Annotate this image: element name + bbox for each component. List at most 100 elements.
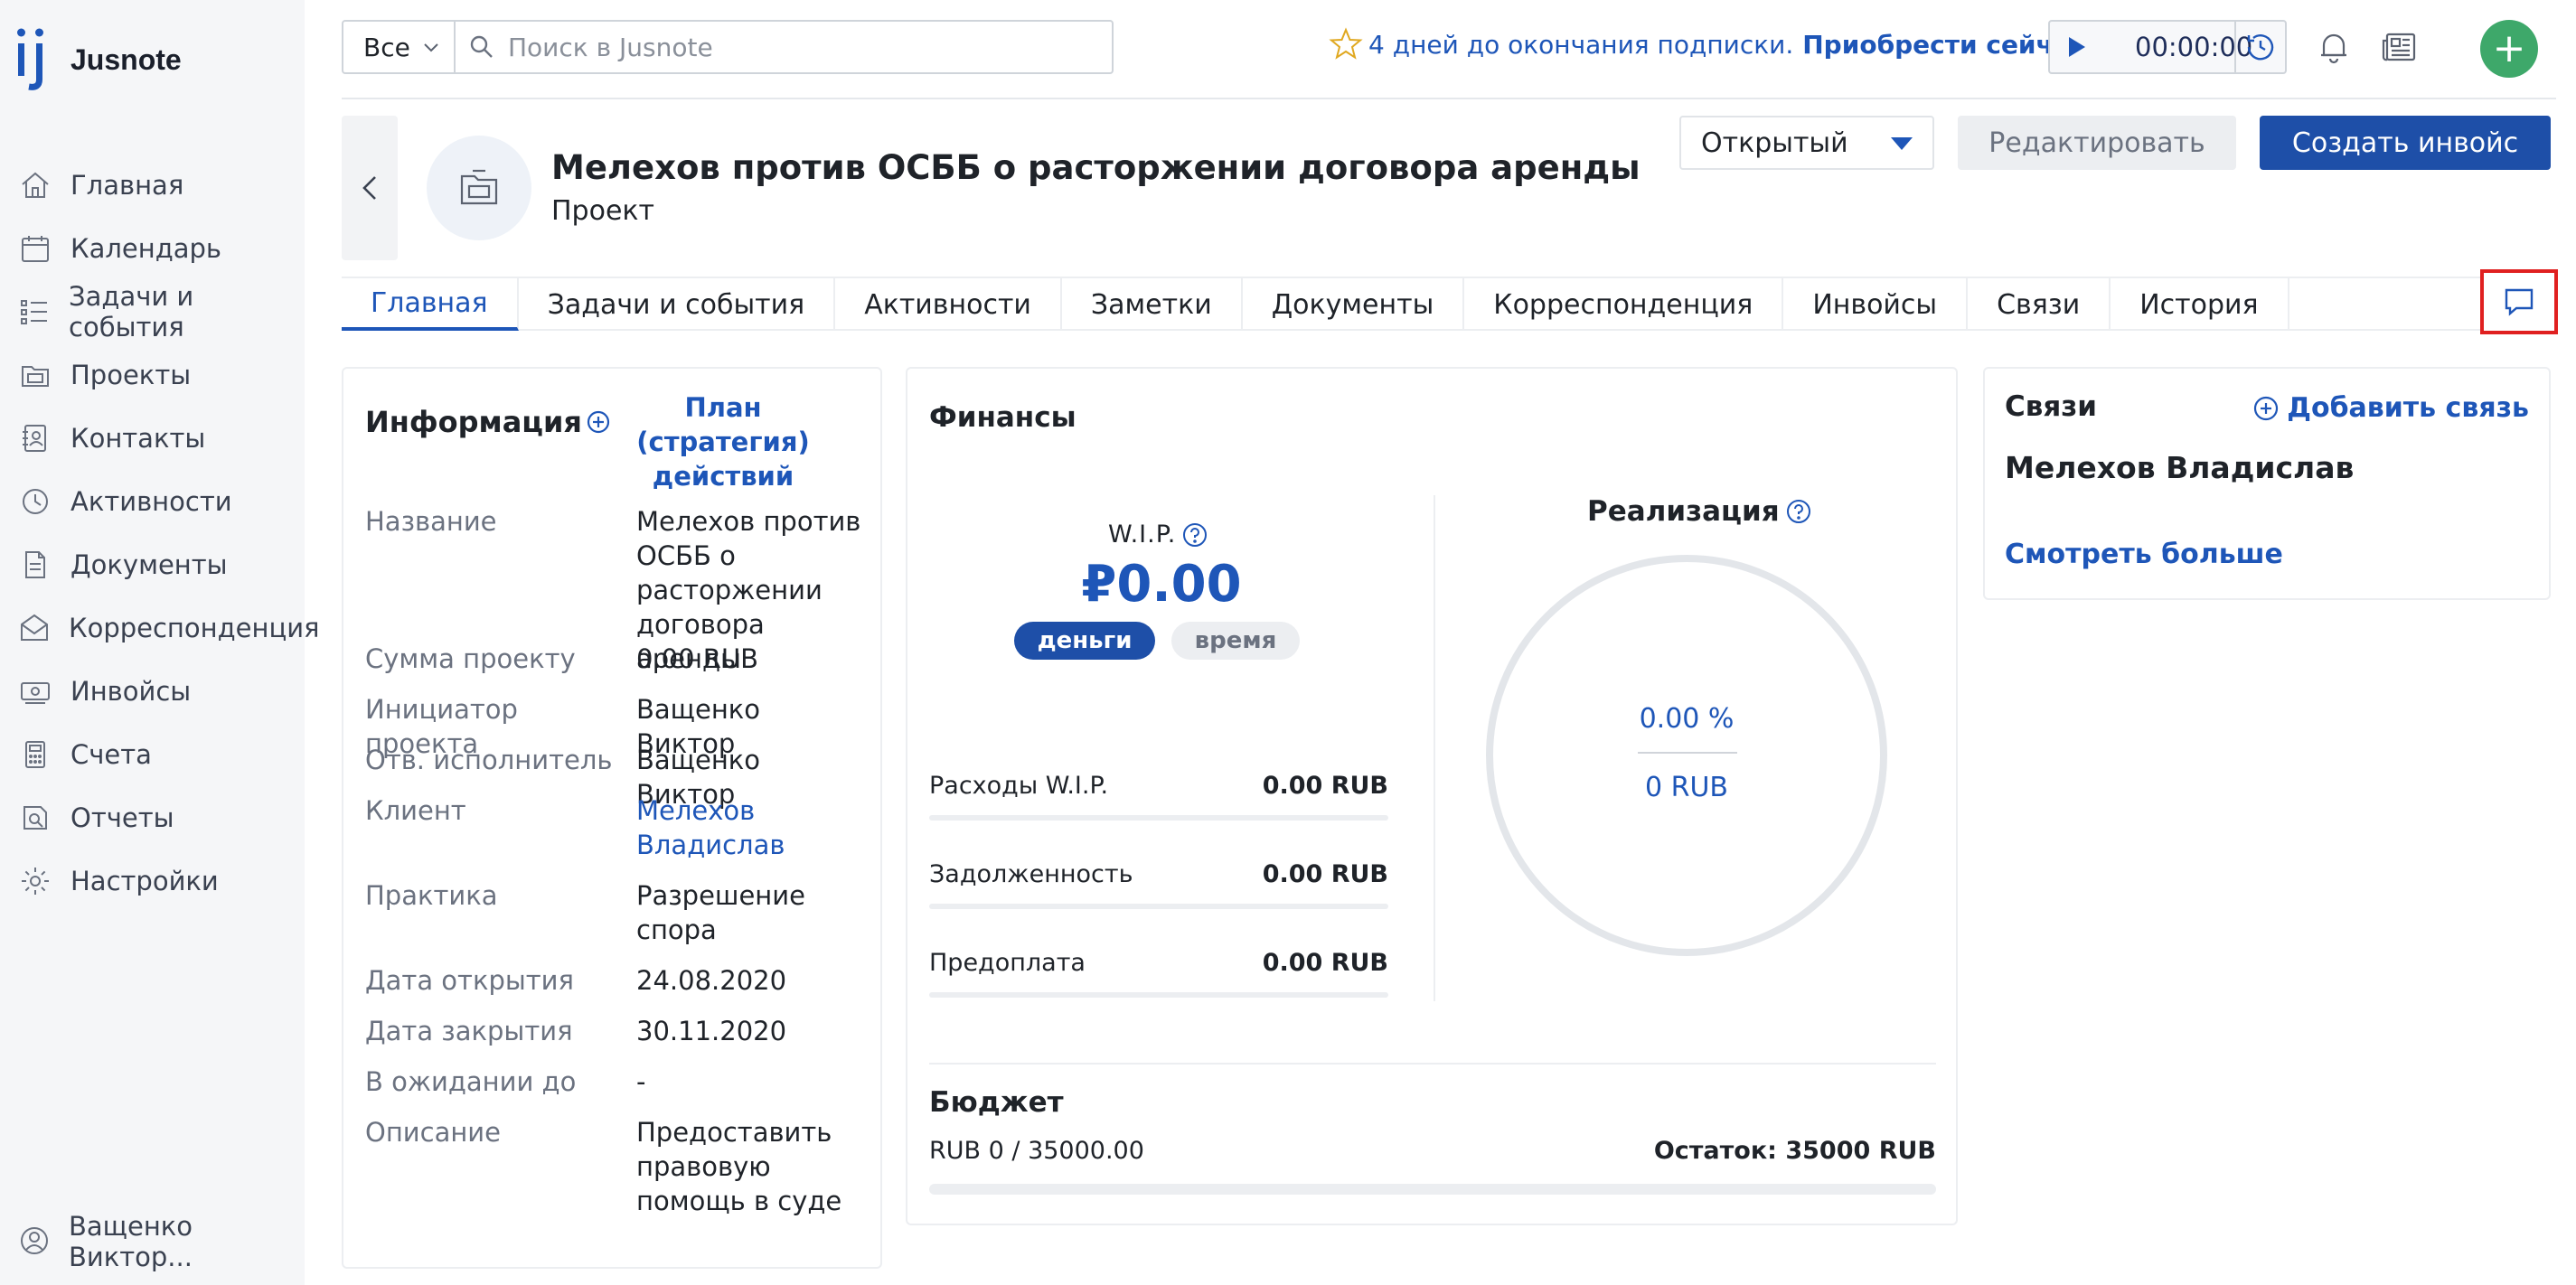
info-row-opened: Дата открытия 24.08.2020 [365, 963, 871, 998]
info-value: Разрешение спора [636, 880, 805, 945]
info-row-description: Описание Предоставить правовую помощь в … [365, 1115, 871, 1218]
sidebar-item-label: Настройки [71, 866, 219, 896]
info-card: Информация План (стратегия) действий Наз… [342, 367, 882, 1269]
top-bar: Все 4 дней до окончания подписки. Приобр… [342, 20, 2556, 78]
newspaper-icon [2382, 33, 2416, 61]
chat-icon [2505, 288, 2534, 316]
sidebar-item-projects[interactable]: Проекты [0, 343, 305, 407]
timer-history-button[interactable] [2234, 22, 2285, 72]
top-divider [342, 98, 2556, 99]
finance-row-value: 0.00 RUB [1262, 949, 1388, 977]
edit-button[interactable]: Редактировать [1958, 116, 2236, 170]
home-icon [18, 168, 52, 202]
star-icon [1329, 27, 1363, 60]
sidebar-item-label: Корреспонденция [69, 613, 320, 643]
add-link-button[interactable]: Добавить связь [2252, 392, 2529, 424]
sidebar-item-label: Календарь [71, 233, 222, 264]
status-value: Открытый [1701, 127, 1848, 159]
sidebar-item-label: Главная [71, 170, 184, 201]
wip-value: ₽0.00 [1081, 555, 1242, 614]
sidebar-item-label: Активности [71, 486, 232, 517]
tab-correspondence[interactable]: Корреспонденция [1464, 278, 1784, 331]
app-logo[interactable]: Jusnote [14, 23, 182, 90]
plus-icon: + [2492, 25, 2526, 71]
sidebar-item-contacts[interactable]: Контакты [0, 407, 305, 470]
realization-separator [1638, 752, 1737, 754]
sidebar-item-correspondence[interactable]: Корреспонденция [0, 596, 319, 660]
toggle-time[interactable]: время [1171, 622, 1300, 660]
sidebar-item-reports[interactable]: Отчеты [0, 786, 305, 849]
sidebar-item-tasks[interactable]: Задачи и события [0, 280, 305, 343]
info-value: Предоставить правовую помощь в суде [636, 1117, 842, 1216]
search-icon [470, 35, 493, 58]
links-title: Связи [2005, 390, 2098, 423]
documents-icon [18, 548, 52, 582]
clock-history-icon [2247, 34, 2274, 61]
toggle-money[interactable]: деньги [1014, 622, 1155, 660]
help-icon[interactable] [1181, 521, 1208, 549]
jusnote-logo-icon [14, 23, 54, 90]
subscription-notice: 4 дней до окончания подписки. Приобрести… [1329, 27, 2085, 61]
search-input[interactable] [508, 32, 1086, 62]
timer-play-button[interactable] [2050, 35, 2104, 59]
tasks-icon [18, 295, 51, 329]
reports-icon [18, 801, 52, 835]
project-avatar [427, 136, 531, 240]
finance-row-bar [929, 992, 1388, 998]
sidebar-item-label: Контакты [71, 423, 206, 454]
back-button[interactable] [342, 116, 398, 260]
sidebar-item-calendar[interactable]: Календарь [0, 217, 305, 280]
page-title: Мелехов против ОСББ о расторжении догово… [551, 148, 1641, 187]
tab-main[interactable]: Главная [342, 278, 519, 331]
tab-bar: Главная Задачи и события Активности Заме… [342, 277, 2556, 331]
info-row-practice: Практика Разрешение спора [365, 878, 871, 947]
info-value: 0.00 RUB [636, 643, 759, 674]
info-label: Клиент [365, 795, 466, 826]
page-subtitle: Проект [551, 195, 655, 227]
tab-tasks[interactable]: Задачи и события [519, 278, 836, 331]
info-value: 30.11.2020 [636, 1016, 787, 1046]
tab-documents[interactable]: Документы [1243, 278, 1465, 331]
sidebar-item-label: Отчеты [71, 802, 174, 833]
tab-activities[interactable]: Активности [835, 278, 1062, 331]
sidebar-item-home[interactable]: Главная [0, 154, 305, 217]
user-menu[interactable]: Ващенко Виктор... [18, 1211, 305, 1272]
see-more-link[interactable]: Смотреть больше [2005, 539, 2283, 570]
realization-amount: 0 RUB [1644, 772, 1728, 803]
status-select[interactable]: Открытый [1679, 116, 1934, 170]
news-button[interactable] [2377, 25, 2421, 69]
sidebar-item-settings[interactable]: Настройки [0, 849, 305, 913]
search-box [454, 20, 1114, 74]
app-name: Jusnote [71, 42, 182, 76]
buy-now-link[interactable]: Приобрести сейчас [1802, 30, 2085, 60]
tab-links[interactable]: Связи [1968, 278, 2111, 331]
info-row-amount: Сумма проекту 0.00 RUB [365, 642, 871, 676]
caret-down-icon [1891, 137, 1913, 150]
search-scope-select[interactable]: Все [342, 20, 456, 74]
info-label: Дата закрытия [365, 1016, 573, 1046]
tab-notes[interactable]: Заметки [1062, 278, 1243, 331]
help-icon[interactable] [1785, 498, 1812, 525]
tab-history[interactable]: История [2111, 278, 2289, 331]
action-plan-link[interactable]: План (стратегия) действий [597, 390, 850, 493]
sidebar-item-invoices[interactable]: Инвойсы [0, 660, 305, 723]
sidebar-item-accounts[interactable]: Счета [0, 723, 305, 786]
links-card: Связи Добавить связь Мелехов Владислав С… [1983, 367, 2551, 600]
info-row-closed: Дата закрытия 30.11.2020 [365, 1014, 871, 1048]
notifications-button[interactable] [2312, 25, 2355, 69]
tab-invoices[interactable]: Инвойсы [1783, 278, 1969, 331]
sidebar-item-activities[interactable]: Активности [0, 470, 305, 533]
user-avatar-icon [18, 1224, 51, 1259]
add-circle-icon [2254, 396, 2279, 420]
sidebar-nav: Главная Календарь Задачи и события Проек… [0, 154, 319, 913]
sidebar-item-documents[interactable]: Документы [0, 533, 305, 596]
projects-icon [18, 358, 52, 392]
chevron-down-icon [424, 43, 438, 52]
client-link[interactable]: Мелехов Владислав [636, 793, 866, 862]
budget-used: RUB 0 / 35000.00 [929, 1137, 1144, 1165]
comments-button[interactable] [2480, 269, 2558, 334]
info-title: Информация [365, 405, 611, 439]
quick-add-button[interactable]: + [2480, 20, 2538, 78]
linked-contact-name[interactable]: Мелехов Владислав [2005, 450, 2354, 485]
create-invoice-button[interactable]: Создать инвойс [2260, 116, 2551, 170]
